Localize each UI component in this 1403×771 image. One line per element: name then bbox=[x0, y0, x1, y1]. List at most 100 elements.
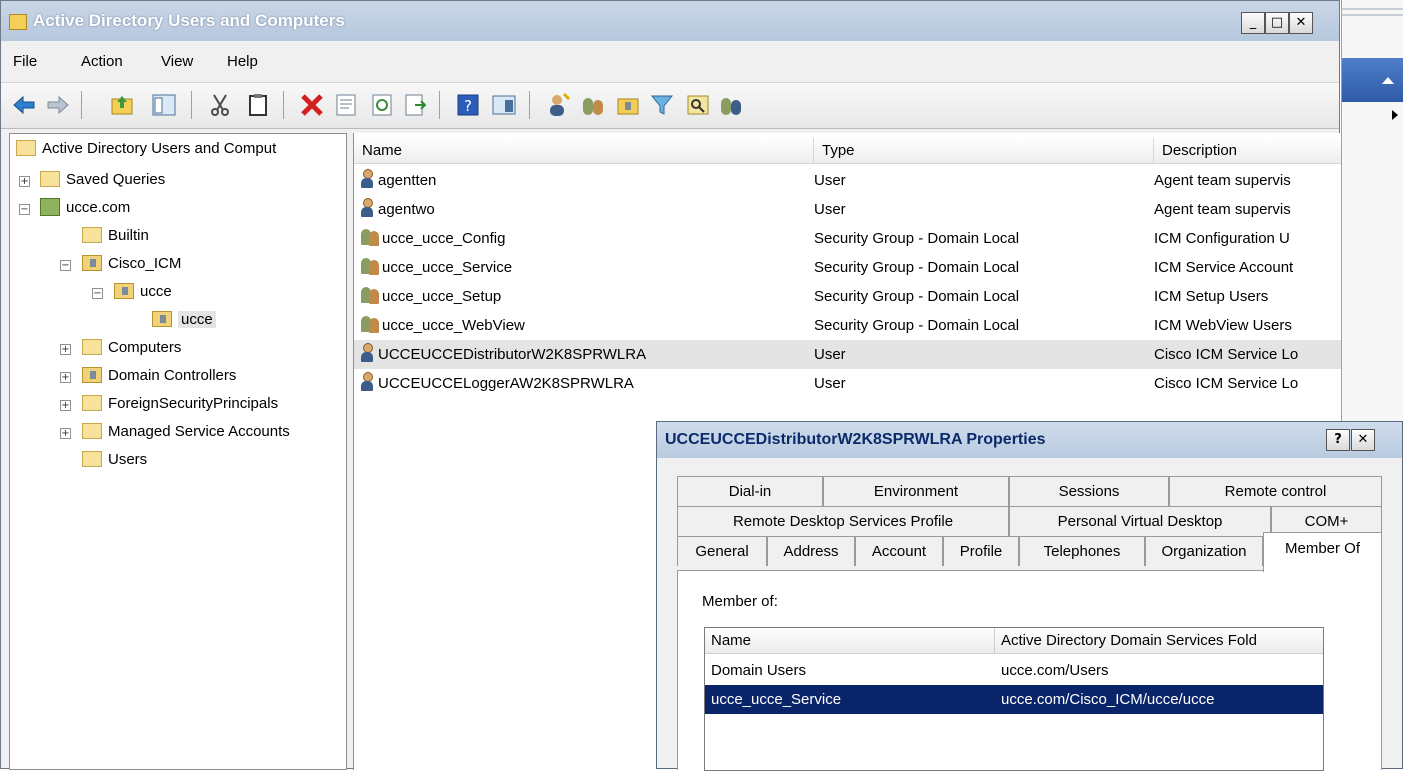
folder-icon bbox=[82, 395, 102, 411]
tab-general[interactable]: General bbox=[677, 536, 767, 566]
refresh-icon[interactable] bbox=[369, 92, 395, 118]
delete-icon[interactable] bbox=[299, 92, 325, 118]
dialog-close-button[interactable]: ✕ bbox=[1351, 429, 1375, 451]
tab-dial-in[interactable]: Dial-in bbox=[677, 476, 823, 506]
tree-item-managed-service-accounts[interactable]: Managed Service Accounts bbox=[82, 419, 290, 445]
tree-item-label: Cisco_ICM bbox=[108, 255, 182, 272]
tab-address[interactable]: Address bbox=[767, 536, 855, 566]
table-row[interactable]: agentten User Agent team supervis bbox=[354, 166, 1341, 195]
list-item[interactable]: Domain Users ucce.com/Users bbox=[705, 656, 1323, 685]
window-title: Active Directory Users and Computers bbox=[33, 11, 345, 30]
tree-item-builtin[interactable]: Builtin bbox=[82, 223, 149, 249]
table-row[interactable]: UCCEUCCEDistributorW2K8SPRWLRA User Cisco … bbox=[354, 340, 1341, 369]
tab-telephones[interactable]: Telephones bbox=[1019, 536, 1145, 566]
column-header-name[interactable]: Name bbox=[354, 138, 814, 164]
dialog-title-bar[interactable]: UCCEUCCEDistributorW2K8SPRWLRA Propertie… bbox=[657, 422, 1402, 458]
column-header-member-name[interactable]: Name bbox=[705, 628, 995, 654]
cell-type: Security Group - Domain Local bbox=[814, 259, 1020, 276]
expand-icon[interactable]: + bbox=[60, 400, 71, 411]
close-button[interactable]: ✕ bbox=[1289, 12, 1313, 34]
tree-item-label: ucce bbox=[178, 311, 216, 328]
tab-environment[interactable]: Environment bbox=[823, 476, 1009, 506]
back-arrow-icon[interactable] bbox=[11, 92, 37, 118]
arrow-right-icon[interactable] bbox=[1390, 108, 1400, 122]
filter-icon[interactable] bbox=[649, 92, 675, 118]
tree-item-domain[interactable]: ucce.com bbox=[40, 195, 130, 221]
actions-header[interactable] bbox=[1342, 58, 1403, 102]
cell-description: Agent team supervis bbox=[1154, 172, 1291, 189]
tab-profile[interactable]: Profile bbox=[943, 536, 1019, 566]
help-button[interactable]: ? bbox=[1326, 429, 1350, 451]
table-row[interactable]: agentwo User Agent team supervis bbox=[354, 195, 1341, 224]
tree-item-saved-queries[interactable]: Saved Queries bbox=[40, 167, 165, 193]
expand-icon[interactable]: + bbox=[19, 176, 30, 187]
tree-item-ucce-selected[interactable]: ucce bbox=[152, 307, 216, 333]
tab-personal-virtual-desktop[interactable]: Personal Virtual Desktop bbox=[1009, 506, 1271, 536]
menu-file[interactable]: File bbox=[13, 53, 37, 70]
cell-description: ICM WebView Users bbox=[1154, 317, 1292, 334]
tab-account[interactable]: Account bbox=[855, 536, 943, 566]
copy-icon[interactable] bbox=[245, 92, 271, 118]
menu-action[interactable]: Action bbox=[81, 53, 123, 70]
app-icon bbox=[9, 14, 27, 30]
tree-root[interactable]: Active Directory Users and Comput bbox=[16, 136, 276, 162]
forward-arrow-icon[interactable] bbox=[45, 92, 71, 118]
collapse-icon[interactable]: − bbox=[19, 204, 30, 215]
toolbar-separator bbox=[529, 91, 530, 119]
column-header-type[interactable]: Type bbox=[814, 138, 1154, 164]
tree-item-label: Computers bbox=[108, 339, 182, 356]
cell-name: ucce_ucce_Setup bbox=[360, 282, 810, 311]
column-header-folder[interactable]: Active Directory Domain Services Fold bbox=[995, 628, 1323, 654]
member-name: ucce_ucce_Service bbox=[711, 691, 842, 708]
console-view-icon[interactable] bbox=[491, 92, 517, 118]
expand-icon[interactable]: + bbox=[60, 428, 71, 439]
expand-icon[interactable]: + bbox=[60, 372, 71, 383]
minimize-button[interactable]: _ bbox=[1241, 12, 1265, 34]
properties-icon[interactable] bbox=[333, 92, 359, 118]
tab-remote-desktop-services-profile[interactable]: Remote Desktop Services Profile bbox=[677, 506, 1009, 536]
collapse-icon[interactable]: − bbox=[92, 288, 103, 299]
user-icon bbox=[360, 198, 374, 218]
maximize-button[interactable]: □ bbox=[1265, 12, 1289, 34]
expand-icon[interactable]: + bbox=[60, 344, 71, 355]
tab-member-of[interactable]: Member Of bbox=[1263, 532, 1382, 572]
tab-remote-control[interactable]: Remote control bbox=[1169, 476, 1382, 506]
user-icon bbox=[360, 372, 374, 392]
pane-divider bbox=[1342, 8, 1403, 16]
help-icon[interactable]: ? bbox=[455, 92, 481, 118]
tab-organization[interactable]: Organization bbox=[1145, 536, 1263, 566]
export-list-icon[interactable] bbox=[403, 92, 429, 118]
object-name: UCCEUCCELoggerAW2K8SPRWLRA bbox=[378, 375, 634, 392]
up-folder-icon[interactable] bbox=[109, 92, 135, 118]
table-row[interactable]: ucce_ucce_WebView Security Group - Domain… bbox=[354, 311, 1341, 340]
tree-item-domain-controllers[interactable]: Domain Controllers bbox=[82, 363, 236, 389]
security-group-icon bbox=[360, 256, 380, 276]
new-user-icon[interactable] bbox=[545, 92, 571, 118]
table-row[interactable]: ucce_ucce_Service Security Group - Domain… bbox=[354, 253, 1341, 282]
tree-item-foreign-security-principals[interactable]: ForeignSecurityPrincipals bbox=[82, 391, 278, 417]
list-item[interactable]: ucce_ucce_Service ucce.com/Cisco_ICM/ucce… bbox=[705, 685, 1323, 714]
chevron-up-icon[interactable] bbox=[1380, 74, 1396, 86]
collapse-icon[interactable]: − bbox=[60, 260, 71, 271]
member-of-list[interactable]: Name Active Directory Domain Services Fo… bbox=[704, 627, 1324, 771]
table-row[interactable]: ucce_ucce_Setup Security Group - Domain L… bbox=[354, 282, 1341, 311]
table-row[interactable]: ucce_ucce_Config Security Group - Domain … bbox=[354, 224, 1341, 253]
tab-sessions[interactable]: Sessions bbox=[1009, 476, 1169, 506]
dialog-title: UCCEUCCEDistributorW2K8SPRWLRA Propertie… bbox=[665, 431, 1046, 448]
tree-item-ucce[interactable]: ucce bbox=[114, 279, 172, 305]
title-bar[interactable]: Active Directory Users and Computers _ □… bbox=[1, 1, 1339, 41]
cell-name: ucce_ucce_Service bbox=[360, 253, 810, 282]
menu-help[interactable]: Help bbox=[227, 53, 258, 70]
show-console-tree-icon[interactable] bbox=[151, 92, 177, 118]
add-to-group-icon[interactable] bbox=[719, 92, 745, 118]
table-row[interactable]: UCCEUCCELoggerAW2K8SPRWLRA User Cisco ICM … bbox=[354, 369, 1341, 398]
menu-view[interactable]: View bbox=[161, 53, 193, 70]
new-ou-icon[interactable] bbox=[615, 92, 641, 118]
find-icon[interactable] bbox=[685, 92, 711, 118]
tree-item-cisco-icm[interactable]: Cisco_ICM bbox=[82, 251, 181, 277]
new-group-icon[interactable] bbox=[581, 92, 607, 118]
tree-item-users[interactable]: Users bbox=[82, 447, 147, 473]
column-header-description[interactable]: Description bbox=[1154, 138, 1341, 164]
cut-icon[interactable] bbox=[207, 92, 233, 118]
tree-item-computers[interactable]: Computers bbox=[82, 335, 181, 361]
